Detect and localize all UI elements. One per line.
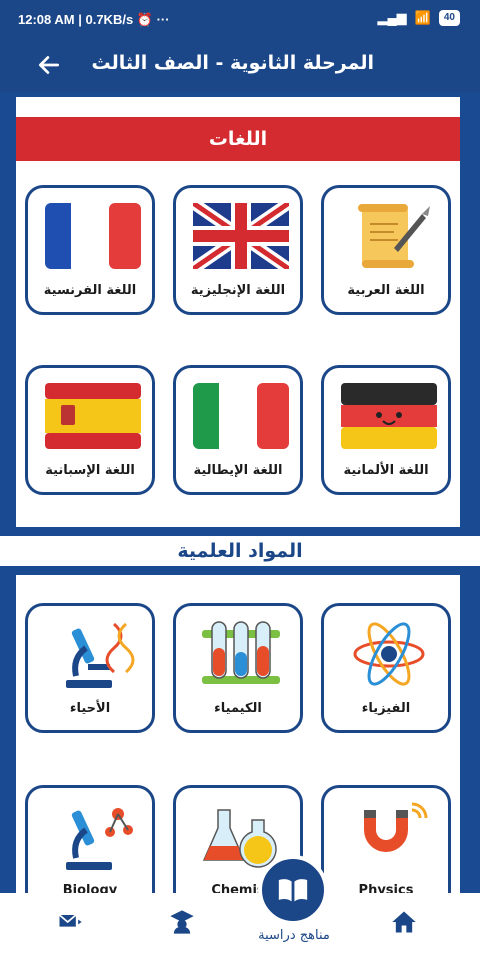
status-bar: 12:08 AM | 0.7KB/s ⏰ ··· ▂▄▆ 📶 40 [0, 0, 480, 40]
status-time-speed: 12:08 AM | 0.7KB/s ⏰ ··· [18, 12, 170, 27]
signal-icon: ▂▄▆ [377, 10, 407, 25]
open-book-icon [278, 879, 308, 902]
app-bar: المرحلة الثانوية - الصف الثالث [0, 40, 480, 92]
mail-icon[interactable] [56, 908, 84, 936]
france-flag-icon [43, 200, 143, 272]
tile-spanish[interactable]: اللغة الإسبانية [25, 365, 155, 495]
bottom-navigation [0, 893, 480, 960]
tile-french[interactable]: اللغة الفرنسية [25, 185, 155, 315]
microscope-dna-icon [43, 618, 143, 690]
tile-german[interactable]: اللغة الألمانية [321, 365, 451, 495]
battery-icon: 40 [438, 10, 460, 26]
sciences-section-title: المواد العلمية [0, 536, 480, 566]
tile-biology-ar-label: الأحياء [69, 701, 111, 716]
tile-chemistry-ar-label: الكيمياء [214, 701, 262, 716]
languages-card: اللغات اللغة العربية اللغة الإنجليزية ال… [16, 97, 460, 527]
sciences-card: الفيزياء الكيمياء الأحياء Physics Chemis… [16, 575, 460, 915]
curricula-label: مناهج دراسية [258, 928, 330, 943]
magnet-icon [339, 800, 439, 872]
status-time: 12:08 AM [18, 12, 75, 27]
tile-physics-ar[interactable]: الفيزياء [321, 603, 451, 733]
tile-physics-ar-label: الفيزياء [361, 701, 411, 716]
status-icons: ▂▄▆ 📶 40 [377, 10, 460, 26]
battery-level: 40 [443, 12, 455, 23]
tile-italian[interactable]: اللغة الإيطالية [173, 365, 303, 495]
tile-english[interactable]: اللغة الإنجليزية [173, 185, 303, 315]
wifi-icon: 📶 [414, 10, 431, 25]
tile-biology-ar[interactable]: الأحياء [25, 603, 155, 733]
atom-icon [339, 618, 439, 690]
tile-arabic[interactable]: اللغة العربية [321, 185, 451, 315]
spain-flag-icon [43, 380, 143, 452]
page-title: المرحلة الثانوية - الصف الثالث [91, 52, 374, 74]
uk-flag-icon [191, 200, 291, 272]
languages-section-title: اللغات [16, 117, 460, 161]
graduate-icon[interactable] [168, 908, 196, 936]
germany-flag-icon [339, 380, 439, 452]
curricula-button[interactable] [258, 855, 328, 925]
tile-french-label: اللغة الفرنسية [43, 283, 137, 298]
tile-arabic-label: اللغة العربية [347, 283, 425, 298]
italy-flag-icon [191, 380, 291, 452]
tile-german-label: اللغة الألمانية [343, 463, 429, 478]
tile-italian-label: اللغة الإيطالية [193, 463, 283, 478]
back-arrow-icon[interactable] [36, 52, 62, 78]
home-icon[interactable] [390, 908, 418, 936]
microscope-molecule-icon [43, 800, 143, 872]
scroll-quill-icon [339, 200, 439, 272]
test-tubes-icon [191, 618, 291, 690]
tile-english-label: اللغة الإنجليزية [190, 283, 286, 298]
tile-chemistry-ar[interactable]: الكيمياء [173, 603, 303, 733]
status-speed: 0.7KB/s [85, 12, 134, 27]
tile-spanish-label: اللغة الإسبانية [45, 463, 135, 478]
